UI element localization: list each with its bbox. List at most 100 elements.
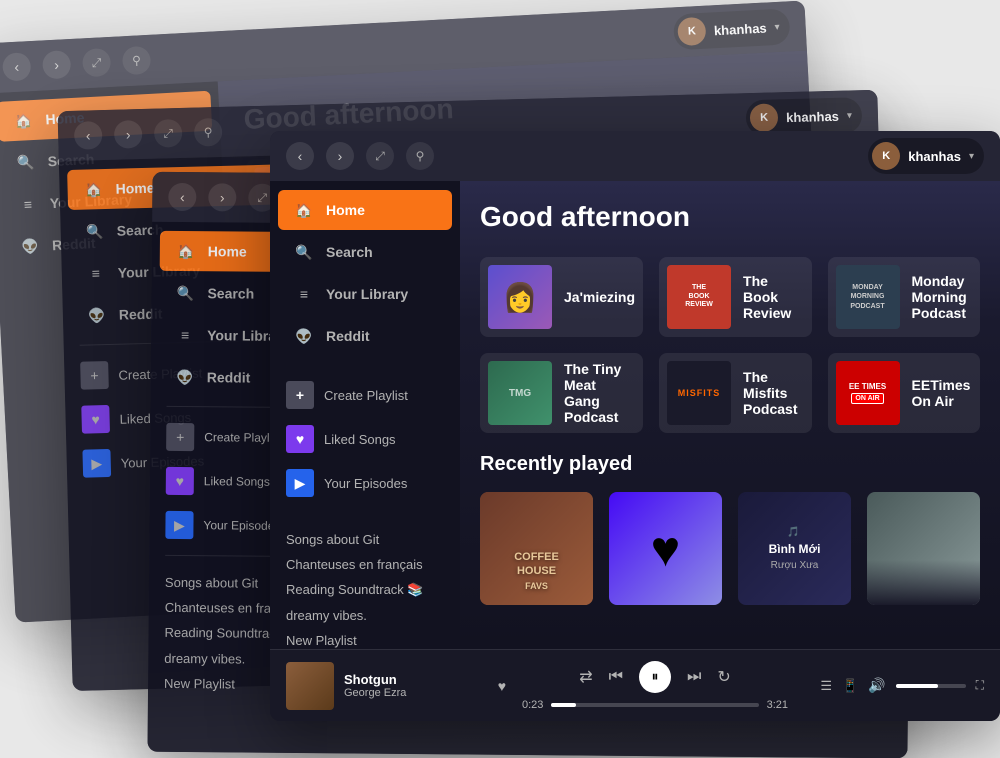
volume-icon: 🔊 — [868, 677, 885, 694]
volume-fill — [896, 684, 938, 688]
player-thumbnail — [286, 662, 334, 710]
queue-button[interactable]: ☰ — [820, 678, 832, 694]
back-button-1[interactable]: ‹ — [2, 52, 31, 81]
chevron-icon-2: ▾ — [847, 110, 852, 121]
search-icon-main: 🔍 — [294, 242, 314, 262]
chevron-icon-1: ▾ — [774, 21, 780, 32]
repeat-button[interactable]: ↻ — [717, 667, 730, 687]
forward-button-2[interactable]: › — [114, 120, 143, 149]
card-tiny-main[interactable]: TMG The Tiny Meat Gang Podcast — [480, 353, 643, 433]
forward-button-1[interactable]: › — [42, 50, 71, 79]
sidebar-home-main[interactable]: 🏠 Home — [278, 190, 452, 230]
episodes-icon-3: ▶ — [165, 511, 193, 539]
playlist-item-main-2[interactable]: Chanteuses en français — [286, 554, 444, 575]
heart-icon-3: ♥ — [166, 467, 194, 495]
thumb-book-main: THEBOOKREVIEW — [667, 265, 731, 329]
main-content-main: Good afternoon 👩 Ja'miezing THEBOOKREVIE… — [460, 181, 1000, 649]
back-button-3[interactable]: ‹ — [168, 183, 196, 211]
playlist-item-main-1[interactable]: Songs about Git — [286, 529, 444, 550]
time-current: 0:23 — [522, 699, 543, 711]
device-button[interactable]: 📱 — [842, 678, 858, 694]
card-eetimes-main[interactable]: EE Times ON AIR EETimes On Air — [828, 353, 980, 433]
thumb-monday-main: MONDAYMORNINGPODCAST — [836, 265, 900, 329]
recently-played-grid: COFFEEHOUSEFAVS ♥ 🎵 Bình Mới Rượu Xưa — [480, 492, 980, 605]
progress-bar-wrap: 0:23 3:21 — [522, 699, 788, 711]
create-icon-3: + — [166, 423, 194, 451]
library-icon-main: ≡ — [294, 284, 314, 304]
sidebar-reddit-main[interactable]: 👽 Reddit — [278, 316, 452, 356]
chevron-icon-main: ▾ — [969, 151, 974, 162]
library-icon-3: ≡ — [175, 325, 195, 345]
library-icon-2: ≡ — [86, 263, 107, 284]
recently-liked[interactable]: ♥ — [609, 492, 722, 605]
window-icon-main: ⤢ — [366, 142, 394, 170]
search-icon-1: 🔍 — [15, 152, 36, 173]
avatar-2: K — [750, 103, 779, 132]
sidebar-main: 🏠 Home 🔍 Search ≡ Your Library 👽 Reddit … — [270, 181, 460, 649]
window-main[interactable]: ‹ › ⤢ ⚲ K khanhas ▾ 🏠 Home 🔍 Search ≡ Yo… — [270, 131, 1000, 721]
forward-button-3[interactable]: › — [208, 183, 236, 211]
recently-played-title: Recently played — [480, 453, 980, 476]
back-button-2[interactable]: ‹ — [74, 121, 103, 150]
podcast-name-tiny: The Tiny Meat Gang Podcast — [564, 361, 635, 425]
playlist-item-main-4[interactable]: dreamy vibes. — [286, 605, 444, 626]
create-playlist-main[interactable]: + Create Playlist — [270, 373, 460, 417]
window-icon-1: ⤢ — [82, 48, 111, 77]
heart-button[interactable]: ♥ — [498, 678, 506, 694]
podcast-name-misfits: The Misfits Podcast — [743, 369, 803, 417]
recently-forest[interactable] — [867, 492, 980, 605]
player-info: Shotgun George Ezra — [344, 672, 488, 699]
volume-bar[interactable] — [896, 684, 966, 688]
player-controls: ⇄ ⏮ ⏸ ⏭ ↻ — [579, 661, 731, 693]
user-area-main[interactable]: K khanhas ▾ — [868, 138, 984, 174]
shuffle-button[interactable]: ⇄ — [579, 667, 592, 687]
podcast-grid-main: 👩 Ja'miezing THEBOOKREVIEW The Book Revi… — [480, 257, 980, 433]
pin-icon-1: ⚲ — [122, 46, 151, 75]
reddit-icon-1: 👽 — [20, 236, 41, 257]
back-button-main[interactable]: ‹ — [286, 142, 314, 170]
pin-icon-main: ⚲ — [406, 142, 434, 170]
podcast-name-eetimes: EETimes On Air — [912, 377, 972, 409]
time-total: 3:21 — [767, 699, 788, 711]
playlist-list-main: Songs about Git Chanteuses en français R… — [270, 521, 460, 649]
greeting-main: Good afternoon — [480, 201, 980, 233]
library-icon-1: ≡ — [17, 194, 38, 215]
recently-binh[interactable]: 🎵 Bình Mới Rượu Xưa — [738, 492, 851, 605]
card-book-main[interactable]: THEBOOKREVIEW The Book Review — [659, 257, 811, 337]
username-main: khanhas — [908, 149, 961, 164]
recently-coffeehouse[interactable]: COFFEEHOUSEFAVS — [480, 492, 593, 605]
progress-track[interactable] — [551, 703, 758, 707]
player-track: Shotgun — [344, 672, 488, 687]
forward-button-main[interactable]: › — [326, 142, 354, 170]
podcast-name-monday: Monday Morning Podcast — [912, 273, 972, 321]
search-icon-2: 🔍 — [84, 221, 105, 242]
heart-icon-main: ♥ — [286, 425, 314, 453]
avatar-main: K — [872, 142, 900, 170]
home-icon-3: 🏠 — [176, 241, 196, 261]
thumb-misfits-main: MISFITS — [667, 361, 731, 425]
thumb-eetimes-main: EE Times ON AIR — [836, 361, 900, 425]
reddit-icon-2: 👽 — [87, 305, 108, 326]
card-jamiezing-main[interactable]: 👩 Ja'miezing — [480, 257, 643, 337]
liked-songs-main[interactable]: ♥ Liked Songs — [270, 417, 460, 461]
thumb-jamiezing-main: 👩 — [488, 265, 552, 329]
sidebar-library-main[interactable]: ≡ Your Library — [278, 274, 452, 314]
window-icon-2: ⤢ — [154, 119, 183, 148]
sidebar-search-main[interactable]: 🔍 Search — [278, 232, 452, 272]
create-icon-2: + — [80, 361, 109, 390]
playlist-item-main-3[interactable]: Reading Soundtrack 📚 — [286, 579, 444, 601]
your-episodes-main[interactable]: ▶ Your Episodes — [270, 461, 460, 505]
heart-icon-2: ♥ — [81, 405, 110, 434]
home-icon-1: 🏠 — [13, 110, 34, 131]
play-pause-button[interactable]: ⏸ — [639, 661, 671, 693]
username-1: khanhas — [714, 20, 767, 38]
thumb-tiny-main: TMG — [488, 361, 552, 425]
card-misfits-main[interactable]: MISFITS The Misfits Podcast — [659, 353, 811, 433]
prev-button[interactable]: ⏮ — [609, 668, 623, 686]
next-button[interactable]: ⏭ — [687, 668, 701, 686]
card-monday-main[interactable]: MONDAYMORNINGPODCAST Monday Morning Podc… — [828, 257, 980, 337]
playlist-item-main-5[interactable]: New Playlist — [286, 630, 444, 649]
user-area-1[interactable]: K khanhas ▾ — [673, 8, 791, 50]
podcast-name-jamiezing: Ja'miezing — [564, 289, 635, 305]
fullscreen-button[interactable]: ⛶ — [976, 678, 984, 693]
